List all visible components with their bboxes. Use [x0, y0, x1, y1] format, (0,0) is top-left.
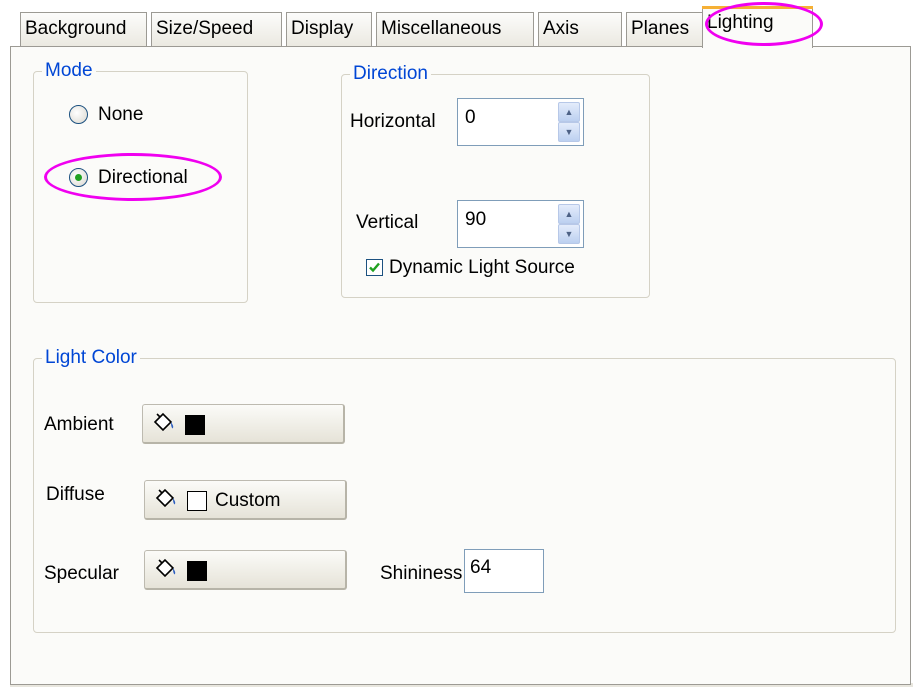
tab-label: Lighting [707, 12, 774, 33]
ambient-color-button[interactable] [142, 404, 345, 444]
radio-none-label: None [98, 104, 144, 125]
vertical-spin-buttons: ▲ ▼ [558, 204, 580, 244]
vertical-value: 90 [465, 209, 487, 230]
tab-display[interactable]: Display [286, 12, 372, 46]
vertical-spinbox[interactable]: 90 ▲ ▼ [457, 200, 584, 248]
radio-selected-dot [75, 174, 82, 181]
horizontal-spin-buttons: ▲ ▼ [558, 102, 580, 142]
tab-axis[interactable]: Axis [538, 12, 622, 46]
shininess-value: 64 [470, 557, 492, 578]
specular-swatch [187, 561, 207, 581]
down-arrow-icon[interactable]: ▼ [558, 224, 580, 244]
direction-group-title: Direction [350, 63, 431, 85]
tab-background[interactable]: Background [20, 12, 147, 46]
tab-label: Planes [631, 18, 690, 39]
diffuse-color-button[interactable]: Custom [144, 480, 347, 520]
lighting-panel: Mode None Directional Direction Horizont… [10, 46, 911, 685]
shininess-label: Shininess [380, 563, 463, 584]
radio-directional-label: Directional [98, 167, 188, 188]
tab-size-speed[interactable]: Size/Speed [151, 12, 282, 46]
direction-group: Direction Horizontal 0 ▲ ▼ Vertical 90 ▲… [341, 63, 650, 298]
light-color-group: Light Color Ambient Diffuse Custom Specu… [33, 347, 896, 633]
tab-planes[interactable]: Planes [626, 12, 706, 46]
shininess-input[interactable]: 64 [464, 549, 544, 593]
mode-group: Mode None Directional [33, 60, 248, 303]
horizontal-spinbox[interactable]: 0 ▲ ▼ [457, 98, 584, 146]
specular-color-button[interactable] [144, 550, 347, 590]
diffuse-label: Diffuse [46, 484, 105, 505]
tab-label: Axis [543, 18, 579, 39]
tab-label: Miscellaneous [381, 18, 502, 39]
down-arrow-icon[interactable]: ▼ [558, 122, 580, 142]
diffuse-color-text: Custom [215, 490, 281, 511]
specular-label: Specular [44, 563, 119, 584]
radio-directional[interactable] [69, 168, 88, 187]
ambient-label: Ambient [44, 414, 114, 435]
tab-bar: Background Size/Speed Display Miscellane… [0, 0, 913, 48]
paint-bucket-icon [155, 558, 176, 578]
tab-label: Display [291, 18, 354, 39]
radio-none[interactable] [69, 105, 88, 124]
tab-label: Background [25, 18, 127, 39]
paint-bucket-icon [155, 488, 176, 508]
mode-group-title: Mode [42, 60, 96, 82]
dynamic-light-label: Dynamic Light Source [389, 257, 575, 278]
tab-lighting[interactable]: Lighting [702, 6, 813, 48]
tab-miscellaneous[interactable]: Miscellaneous [376, 12, 534, 46]
tab-label: Size/Speed [156, 18, 254, 39]
light-color-group-title: Light Color [42, 347, 140, 369]
horizontal-value: 0 [465, 107, 476, 128]
dynamic-light-checkbox[interactable] [366, 259, 383, 276]
vertical-label: Vertical [356, 212, 419, 233]
diffuse-swatch [187, 491, 207, 511]
paint-bucket-icon [153, 412, 174, 432]
horizontal-label: Horizontal [350, 111, 436, 132]
up-arrow-icon[interactable]: ▲ [558, 102, 580, 122]
up-arrow-icon[interactable]: ▲ [558, 204, 580, 224]
checkmark-icon [369, 262, 380, 273]
ambient-swatch [185, 415, 205, 435]
